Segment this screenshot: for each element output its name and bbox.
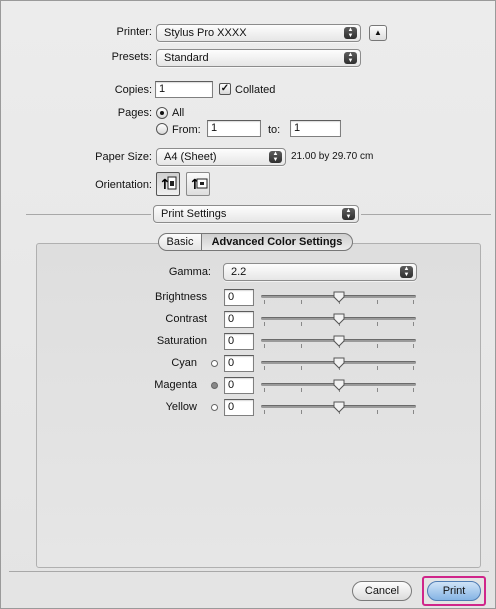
paper-size-label: Paper Size: (95, 151, 152, 163)
slider-tick (264, 410, 265, 414)
slider-tick (377, 388, 378, 392)
slider-tick (377, 344, 378, 348)
popup-arrows-icon: ▲ ▼ (344, 27, 357, 39)
print-settings-value: Print Settings (161, 208, 227, 220)
yellow-field[interactable]: 0 (224, 399, 254, 416)
slider-tick (377, 410, 378, 414)
pages-from-radio[interactable] (156, 123, 168, 135)
slider-tick (413, 322, 414, 326)
contrast-label: Contrast (165, 313, 207, 325)
slider-tick (264, 300, 265, 304)
slider-tick (377, 322, 378, 326)
slider-tick (413, 344, 414, 348)
brightness-slider-thumb[interactable] (333, 291, 345, 303)
popup-arrows-icon: ▲ ▼ (269, 151, 282, 163)
slider-tick (301, 322, 302, 326)
gamma-popup[interactable]: 2.2 ▲ ▼ (223, 263, 417, 281)
triangle-up-icon: ▲ (374, 28, 382, 37)
magenta-field[interactable]: 0 (224, 377, 254, 394)
landscape-orientation-button[interactable]: ↑ (186, 172, 210, 196)
pages-all-radio[interactable] (156, 107, 168, 119)
paper-size-popup[interactable]: A4 (Sheet) ▲ ▼ (156, 148, 286, 166)
paper-dimensions: 21.00 by 29.70 cm (291, 151, 374, 162)
collated-label: Collated (235, 84, 276, 96)
yellow-label: Yellow (165, 401, 197, 413)
contrast-field[interactable]: 0 (224, 311, 254, 328)
slider-tick (264, 322, 265, 326)
magenta-ink-icon (211, 382, 218, 389)
yellow-ink-icon (211, 404, 218, 411)
pages-to-field[interactable]: 1 (290, 120, 341, 137)
brightness-field[interactable]: 0 (224, 289, 254, 306)
cyan-label: Cyan (171, 357, 197, 369)
printer-label: Printer: (116, 26, 152, 38)
tab-basic[interactable]: Basic (158, 233, 202, 251)
yellow-slider-thumb[interactable] (333, 401, 345, 413)
slider-tick (301, 410, 302, 414)
popup-arrows-icon: ▲ ▼ (344, 52, 357, 64)
slider-tick (377, 366, 378, 370)
pages-label: Pages: (117, 107, 152, 119)
cyan-slider-thumb[interactable] (333, 357, 345, 369)
cyan-ink-icon (211, 360, 218, 367)
presets-popup[interactable]: Standard ▲ ▼ (156, 49, 361, 67)
slider-tick (413, 388, 414, 392)
slider-tick (413, 300, 414, 304)
cyan-field[interactable]: 0 (224, 355, 254, 372)
copies-label: Copies: (114, 84, 152, 96)
copies-field[interactable]: 1 (155, 81, 213, 98)
popup-arrows-icon: ▲ ▼ (400, 266, 413, 278)
saturation-slider-thumb[interactable] (333, 335, 345, 347)
print-dialog: Printer: Stylus Pro XXXX ▲ ▼ ▲ Presets: S… (0, 0, 496, 609)
printer-value: Stylus Pro XXXX (164, 27, 247, 39)
slider-tick (264, 366, 265, 370)
slider-tick (301, 300, 302, 304)
gamma-value: 2.2 (231, 266, 247, 278)
slider-tick (377, 300, 378, 304)
slider-tick (264, 344, 265, 348)
brightness-label: Brightness (155, 291, 207, 303)
saturation-field[interactable]: 0 (224, 333, 254, 350)
landscape-icon: ↑ (189, 177, 208, 193)
slider-tick (264, 388, 265, 392)
bottom-separator (9, 571, 489, 572)
slider-tick (413, 410, 414, 414)
presets-label: Presets: (111, 51, 152, 63)
separator-left (26, 214, 151, 215)
collated-checkbox[interactable]: ✓ (219, 83, 231, 95)
contrast-slider-thumb[interactable] (333, 313, 345, 325)
slider-tick (301, 344, 302, 348)
pages-from-field[interactable]: 1 (207, 120, 261, 137)
collapse-details-button[interactable]: ▲ (369, 25, 387, 41)
paper-size-value: A4 (Sheet) (164, 151, 217, 163)
slider-tick (301, 388, 302, 392)
magenta-slider-thumb[interactable] (333, 379, 345, 391)
saturation-label: Saturation (156, 335, 207, 347)
pages-to-label: to: (268, 124, 281, 136)
pages-from-label: From: (172, 124, 201, 136)
separator-right (361, 214, 491, 215)
magenta-label: Magenta (154, 379, 197, 391)
orientation-label: Orientation: (95, 179, 152, 191)
slider-tick (301, 366, 302, 370)
pages-all-label: All (172, 107, 185, 119)
print-settings-popup[interactable]: Print Settings ▲ ▼ (153, 205, 359, 223)
presets-value: Standard (164, 52, 209, 64)
portrait-icon: ↑ (159, 176, 177, 193)
gamma-label: Gamma: (168, 266, 211, 278)
cancel-button[interactable]: Cancel (352, 581, 412, 601)
slider-tick (413, 366, 414, 370)
print-button[interactable]: Print (427, 581, 481, 601)
portrait-orientation-button[interactable]: ↑ (156, 172, 180, 196)
printer-popup[interactable]: Stylus Pro XXXX ▲ ▼ (156, 24, 361, 42)
tab-advanced-color-settings[interactable]: Advanced Color Settings (201, 233, 353, 251)
popup-arrows-icon: ▲ ▼ (342, 208, 355, 220)
